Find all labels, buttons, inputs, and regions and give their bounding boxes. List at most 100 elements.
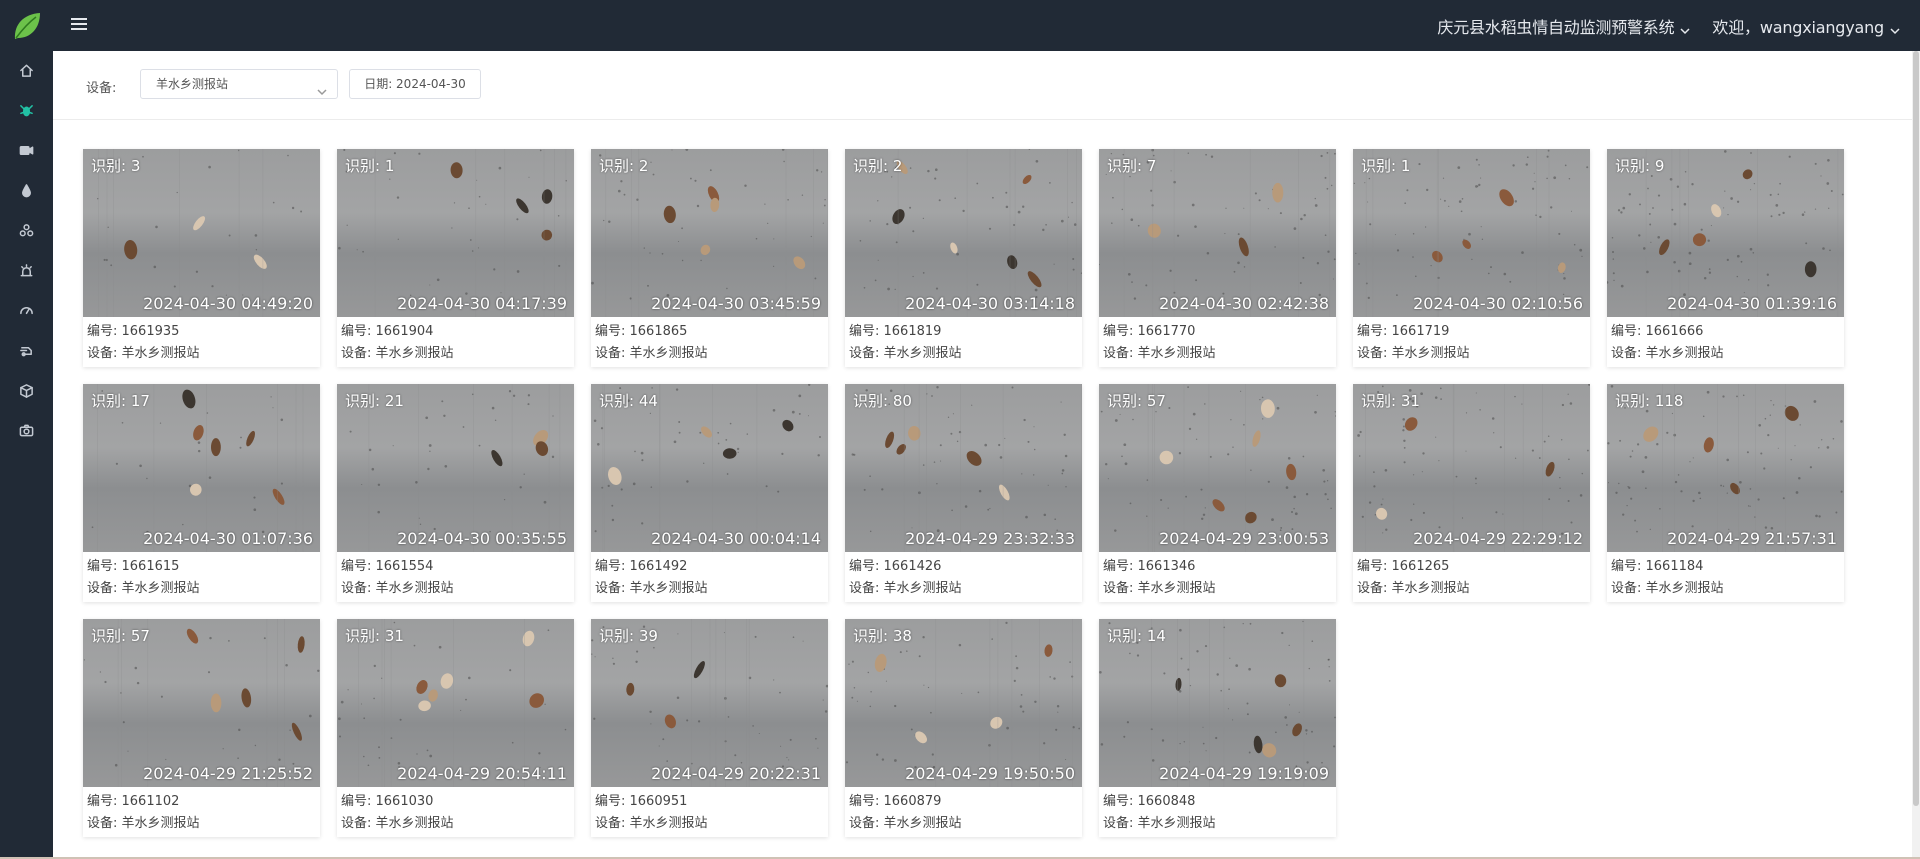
trap-photo[interactable]: 识别: 80 2024-04-29 23:32:33: [845, 384, 1082, 552]
sidebar-item-home[interactable]: [16, 60, 36, 80]
record-device: 设备: 羊水乡测报站: [595, 816, 708, 831]
trap-photo[interactable]: 识别: 57 2024-04-29 23:00:53: [1099, 384, 1336, 552]
capture-time: 2024-04-29 19:50:50: [905, 764, 1075, 783]
cluster-icon: [19, 223, 33, 236]
water-drop-icon: [21, 183, 31, 197]
capture-time: 2024-04-29 19:19:09: [1159, 764, 1329, 783]
identified-count: 识别: 9: [1615, 157, 1665, 175]
trap-photo[interactable]: 识别: 38 2024-04-29 19:50:50: [845, 619, 1082, 787]
record-id: 编号: 1661615: [87, 559, 180, 574]
sidebar-item-bug[interactable]: [16, 100, 36, 120]
record-card[interactable]: 识别: 80 2024-04-29 23:32:33 编号: 1661426 设…: [845, 384, 1082, 602]
top-header: 庆元县水稻虫情自动监测预警系统 欢迎，wangxiangyang: [53, 0, 1920, 51]
device-label: 设备:: [86, 81, 117, 96]
identified-count: 识别: 39: [599, 627, 658, 645]
trap-photo[interactable]: 识别: 1 2024-04-30 02:10:56: [1353, 149, 1590, 317]
capture-time: 2024-04-29 22:29:12: [1413, 529, 1583, 548]
record-id: 编号: 1661426: [849, 559, 942, 574]
record-card[interactable]: 识别: 44 2024-04-30 00:04:14 编号: 1661492 设…: [591, 384, 828, 602]
capture-time: 2024-04-30 02:42:38: [1159, 294, 1329, 313]
record-card[interactable]: 识别: 17 2024-04-30 01:07:36 编号: 1661615 设…: [83, 384, 320, 602]
video-camera-icon: [19, 145, 33, 155]
record-id: 编号: 1661346: [1103, 559, 1196, 574]
trap-photo[interactable]: 识别: 3 2024-04-30 04:49:20: [83, 149, 320, 317]
sidebar-item-box[interactable]: [16, 380, 36, 400]
trap-photo[interactable]: 识别: 1 2024-04-30 04:17:39: [337, 149, 574, 317]
record-device: 设备: 羊水乡测报站: [341, 581, 454, 596]
trap-photo[interactable]: 识别: 57 2024-04-29 21:25:52: [83, 619, 320, 787]
trap-photo[interactable]: 识别: 14 2024-04-29 19:19:09: [1099, 619, 1336, 787]
trap-photo[interactable]: 识别: 7 2024-04-30 02:42:38: [1099, 149, 1336, 317]
alarm-light-icon: [20, 263, 32, 276]
trap-photo[interactable]: 识别: 21 2024-04-30 00:35:55: [337, 384, 574, 552]
sidebar-item-trap[interactable]: [16, 340, 36, 360]
record-card[interactable]: 识别: 7 2024-04-30 02:42:38 编号: 1661770 设备…: [1099, 149, 1336, 367]
sidebar-item-video[interactable]: [16, 140, 36, 160]
record-card[interactable]: 识别: 21 2024-04-30 00:35:55 编号: 1661554 设…: [337, 384, 574, 602]
record-id: 编号: 1661492: [595, 559, 688, 574]
record-device: 设备: 羊水乡测报站: [849, 346, 962, 361]
identified-count: 识别: 17: [91, 392, 150, 410]
record-id: 编号: 1661819: [849, 324, 942, 339]
trap-photo[interactable]: 识别: 9 2024-04-30 01:39:16: [1607, 149, 1844, 317]
record-device: 设备: 羊水乡测报站: [595, 581, 708, 596]
page-scrollbar[interactable]: [1912, 51, 1920, 859]
record-card[interactable]: 识别: 57 2024-04-29 21:25:52 编号: 1661102 设…: [83, 619, 320, 837]
record-card[interactable]: 识别: 3 2024-04-30 04:49:20 编号: 1661935 设备…: [83, 149, 320, 367]
scrollbar-thumb[interactable]: [1913, 51, 1919, 806]
record-id: 编号: 1660951: [595, 794, 688, 809]
sidebar-item-camera[interactable]: [16, 420, 36, 440]
record-card[interactable]: 识别: 14 2024-04-29 19:19:09 编号: 1660848 设…: [1099, 619, 1336, 837]
sidebar-item-cluster[interactable]: [16, 220, 36, 240]
identified-count: 识别: 1: [1361, 157, 1411, 175]
identified-count: 识别: 57: [91, 627, 150, 645]
capture-time: 2024-04-29 23:32:33: [905, 529, 1075, 548]
trap-photo[interactable]: 识别: 31 2024-04-29 20:54:11: [337, 619, 574, 787]
trap-photo[interactable]: 识别: 44 2024-04-30 00:04:14: [591, 384, 828, 552]
device-select[interactable]: 羊水乡测报站: [140, 69, 338, 99]
record-card[interactable]: 识别: 31 2024-04-29 22:29:12 编号: 1661265 设…: [1353, 384, 1590, 602]
hamburger-icon[interactable]: [71, 15, 87, 35]
sidebar-item-gauge[interactable]: [16, 300, 36, 320]
capture-time: 2024-04-29 21:25:52: [143, 764, 313, 783]
record-card[interactable]: 识别: 57 2024-04-29 23:00:53 编号: 1661346 设…: [1099, 384, 1336, 602]
record-card[interactable]: 识别: 1 2024-04-30 02:10:56 编号: 1661719 设备…: [1353, 149, 1590, 367]
trap-photo[interactable]: 识别: 118 2024-04-29 21:57:31: [1607, 384, 1844, 552]
sidebar-item-water[interactable]: [16, 180, 36, 200]
capture-time: 2024-04-29 21:57:31: [1667, 529, 1837, 548]
trap-photo[interactable]: 识别: 2 2024-04-30 03:14:18: [845, 149, 1082, 317]
record-id: 编号: 1661904: [341, 324, 434, 339]
trap-photo[interactable]: 识别: 31 2024-04-29 22:29:12: [1353, 384, 1590, 552]
record-card[interactable]: 识别: 9 2024-04-30 01:39:16 编号: 1661666 设备…: [1607, 149, 1844, 367]
system-switcher[interactable]: 庆元县水稻虫情自动监测预警系统: [1437, 14, 1690, 38]
record-card[interactable]: 识别: 2 2024-04-30 03:45:59 编号: 1661865 设备…: [591, 149, 828, 367]
sidebar-item-alarm[interactable]: [16, 260, 36, 280]
record-card[interactable]: 识别: 118 2024-04-29 21:57:31 编号: 1661184 …: [1607, 384, 1844, 602]
trap-photo[interactable]: 识别: 39 2024-04-29 20:22:31: [591, 619, 828, 787]
date-picker-button[interactable]: 日期: 2024-04-30: [349, 69, 481, 99]
trap-device-icon: [19, 346, 32, 356]
capture-time: 2024-04-30 02:10:56: [1413, 294, 1583, 313]
capture-time: 2024-04-30 03:45:59: [651, 294, 821, 313]
record-card[interactable]: 识别: 39 2024-04-29 20:22:31 编号: 1660951 设…: [591, 619, 828, 837]
capture-time: 2024-04-30 04:49:20: [143, 294, 313, 313]
capture-time: 2024-04-29 20:54:11: [397, 764, 567, 783]
trap-photo[interactable]: 识别: 17 2024-04-30 01:07:36: [83, 384, 320, 552]
record-card[interactable]: 识别: 2 2024-04-30 03:14:18 编号: 1661819 设备…: [845, 149, 1082, 367]
leaf-logo-icon[interactable]: [10, 10, 43, 43]
trap-photo[interactable]: 识别: 2 2024-04-30 03:45:59: [591, 149, 828, 317]
record-card[interactable]: 识别: 31 2024-04-29 20:54:11 编号: 1661030 设…: [337, 619, 574, 837]
record-id: 编号: 1660848: [1103, 794, 1196, 809]
user-menu[interactable]: 欢迎，wangxiangyang: [1712, 14, 1900, 38]
chevron-down-icon: [1890, 21, 1900, 34]
record-grid: 识别: 3 2024-04-30 04:49:20 编号: 1661935 设备…: [83, 149, 1863, 837]
record-device: 设备: 羊水乡测报站: [849, 581, 962, 596]
capture-time: 2024-04-30 00:04:14: [651, 529, 821, 548]
record-device: 设备: 羊水乡测报站: [87, 346, 200, 361]
capture-time: 2024-04-29 20:22:31: [651, 764, 821, 783]
record-device: 设备: 羊水乡测报站: [849, 816, 962, 831]
record-id: 编号: 1661935: [87, 324, 180, 339]
record-card[interactable]: 识别: 1 2024-04-30 04:17:39 编号: 1661904 设备…: [337, 149, 574, 367]
system-name: 庆元县水稻虫情自动监测预警系统: [1437, 17, 1675, 37]
record-card[interactable]: 识别: 38 2024-04-29 19:50:50 编号: 1660879 设…: [845, 619, 1082, 837]
